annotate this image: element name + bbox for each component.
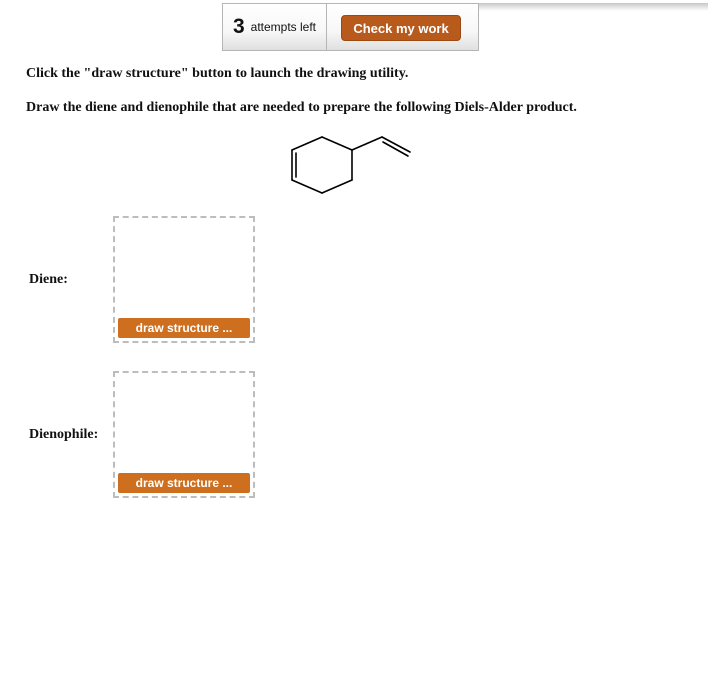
dienophile-drawing-area[interactable]: draw structure ... — [113, 371, 255, 498]
check-my-work-button[interactable]: Check my work — [341, 15, 461, 41]
ring-bond — [291, 136, 323, 151]
diene-draw-structure-button[interactable]: draw structure ... — [118, 318, 250, 338]
vinyl-bond — [351, 136, 383, 151]
dienophile-draw-structure-button[interactable]: draw structure ... — [118, 473, 250, 493]
product-structure — [291, 136, 411, 194]
attempts-label: attempts left — [250, 20, 317, 34]
instruction-launch: Click the "draw structure" button to lau… — [26, 66, 409, 81]
attempts-count: 3 — [232, 15, 245, 38]
instruction-task: Draw the diene and dienophile that are n… — [26, 100, 577, 115]
ring-bond — [291, 179, 323, 194]
check-work-panel: Check my work — [327, 3, 479, 51]
top-divider — [478, 3, 708, 11]
attempts-indicator: 3 attempts left — [222, 3, 327, 51]
ring-bond — [321, 136, 353, 151]
ring-bond — [321, 179, 353, 194]
diene-label: Diene: — [29, 272, 68, 287]
dienophile-label: Dienophile: — [29, 427, 99, 442]
diene-drawing-area[interactable]: draw structure ... — [113, 216, 255, 343]
